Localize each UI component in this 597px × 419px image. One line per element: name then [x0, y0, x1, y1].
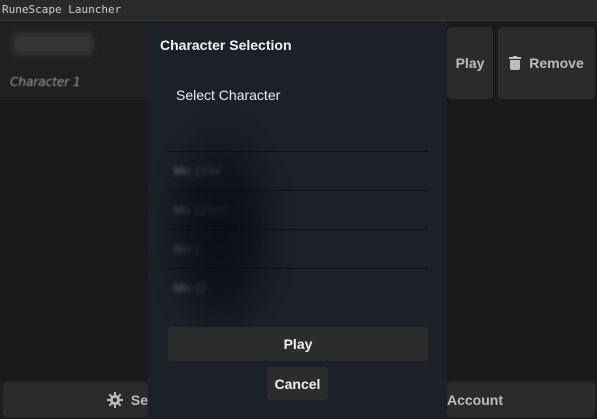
character-selection-dialog: Character Selection Select Character Mo … — [148, 22, 447, 419]
settings-label: Se — [130, 391, 148, 408]
trash-icon — [509, 56, 522, 70]
window-titlebar: RuneScape Launcher — [0, 0, 597, 21]
window-title: RuneScape Launcher — [2, 3, 122, 16]
cancel-button[interactable]: Cancel — [267, 367, 328, 400]
remove-account-button[interactable]: Remove — [498, 27, 595, 99]
select-character-label: Select Character — [176, 87, 281, 103]
character-row[interactable]: Mo 1 — [168, 192, 428, 256]
add-account-label: Account — [447, 391, 503, 408]
dialog-title: Character Selection — [160, 37, 292, 53]
background-play-label: Play — [455, 55, 485, 71]
settings-button[interactable]: Se — [3, 382, 148, 417]
character-row[interactable]: Mo 11 — [168, 231, 428, 295]
play-button[interactable]: Play — [168, 327, 428, 361]
remove-label: Remove — [529, 55, 584, 71]
background-character-label: Character 1 — [10, 75, 81, 89]
character-name: Mo 11 — [174, 281, 207, 295]
gear-icon — [106, 391, 123, 408]
character-row[interactable]: Mo 1234 — [168, 114, 428, 178]
character-row[interactable]: Mo 1234b — [168, 153, 428, 217]
account-name-blurred — [13, 33, 93, 55]
character-list: Mo 1234 Mo 1234b Mo 1 Mo 11 — [168, 114, 428, 295]
add-account-button[interactable]: Account — [447, 382, 595, 417]
background-play-button[interactable]: Play — [447, 27, 493, 99]
